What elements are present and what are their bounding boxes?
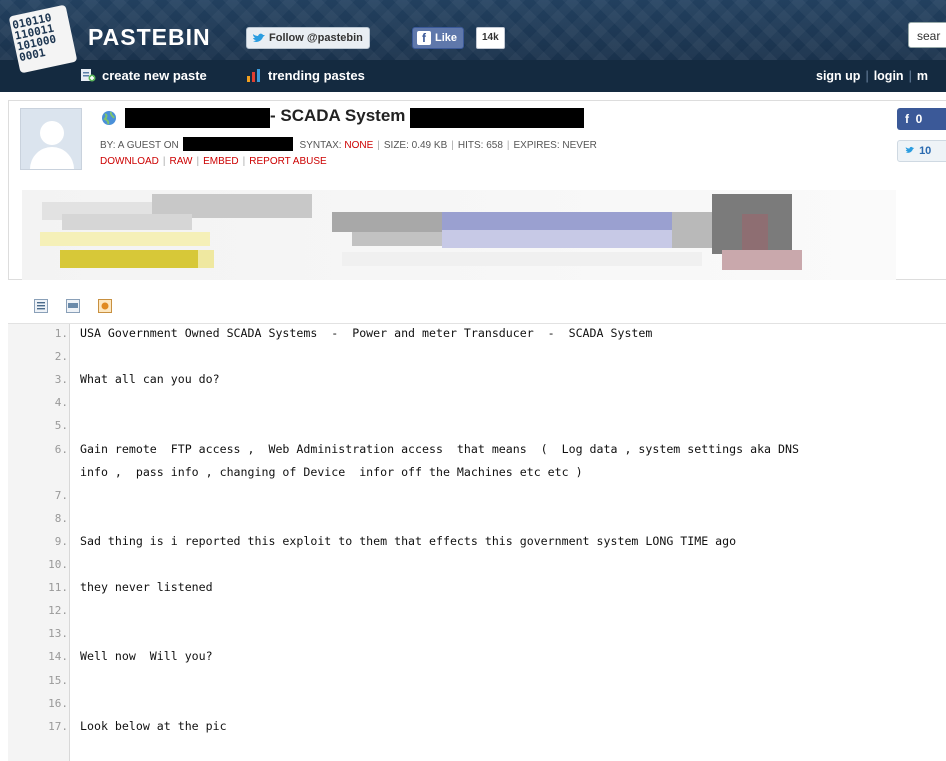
redacted-date — [182, 137, 293, 151]
line-number: 8. — [54, 511, 68, 525]
ad-pixel — [332, 212, 452, 232]
meta-separator: | — [377, 140, 380, 151]
ad-pixel — [60, 250, 200, 268]
action-separator: | — [162, 156, 166, 167]
pastebin-logo-icon[interactable]: 010110 110011 101000 0001 — [8, 4, 78, 74]
line-number: 10. — [48, 558, 68, 571]
line-numbers-toggle-icon[interactable] — [34, 299, 48, 313]
redacted-block — [410, 108, 584, 128]
line-number: 9. — [54, 534, 68, 548]
ad-pixel — [742, 214, 768, 250]
new-paste-icon — [81, 69, 96, 82]
paste-meta-row: BY: A GUEST ON SYNTAX: NONE | SIZE: 0.49 K… — [100, 137, 597, 151]
twitter-bird-icon — [905, 146, 915, 153]
signup-link[interactable]: sign up — [816, 69, 860, 83]
meta-separator: | — [506, 140, 510, 151]
action-separator: | — [196, 156, 200, 167]
ad-pixel — [62, 214, 192, 230]
embed-link[interactable]: EMBED — [203, 156, 239, 167]
nav-separator: | — [908, 69, 912, 83]
copy-clipboard-icon[interactable] — [98, 299, 112, 313]
code-line: they never listened — [80, 580, 213, 595]
paste-title: - SCADA System — [270, 106, 406, 125]
code-line: info , pass info , changing of Device in… — [80, 464, 583, 479]
line-number: 15. — [48, 673, 68, 687]
paste-actions: DOWNLOAD | RAW | EMBED | REPORT ABUSE — [100, 156, 327, 167]
globe-icon — [102, 111, 116, 125]
account-links: sign up | login | m — [816, 66, 928, 86]
expires-label: EXPIRES: NEVER — [513, 140, 597, 151]
ad-pixel — [352, 232, 452, 246]
line-number: 14. — [48, 650, 68, 664]
size-label: SIZE: 0.49 KB — [383, 140, 448, 151]
line-number: 2. — [54, 350, 68, 364]
follow-label: Follow @pastebin — [269, 32, 363, 44]
ad-pixel — [40, 232, 210, 246]
ad-pixel — [198, 250, 214, 268]
download-link[interactable]: DOWNLOAD — [100, 156, 159, 167]
login-link[interactable]: login — [874, 69, 904, 83]
line-number: 6. — [54, 442, 68, 456]
code-line: Look below at the pic — [80, 718, 227, 733]
more-link[interactable]: m — [917, 69, 928, 83]
line-number: 13. — [48, 627, 68, 641]
trending-chart-icon — [247, 69, 260, 82]
ad-pixel — [722, 250, 802, 270]
line-number: 12. — [48, 604, 68, 618]
line-number: 17. — [48, 719, 68, 733]
trending-label: trending pastes — [268, 68, 365, 83]
facebook-f-icon: f — [417, 31, 431, 45]
by-label: BY: A GUEST ON — [100, 140, 179, 151]
line-number: 4. — [54, 396, 68, 410]
code-line: Gain remote FTP access , Web Administrat… — [80, 441, 799, 456]
like-label: Like — [435, 32, 458, 44]
tw-count: 10 — [919, 145, 932, 157]
twitter-bird-icon — [253, 33, 265, 42]
code-line: USA Government Owned SCADA Systems - Pow… — [80, 326, 653, 340]
code-line: Sad thing is i reported this exploit to … — [80, 533, 737, 548]
pixelated-ad-banner[interactable] — [22, 190, 896, 280]
create-paste-label: create new paste — [102, 68, 207, 83]
avatar-head — [40, 121, 64, 145]
syntax-value[interactable]: NONE — [344, 140, 373, 151]
fb-count: 0 — [915, 112, 923, 126]
search-input[interactable]: sear — [908, 22, 946, 48]
report-abuse-link[interactable]: REPORT ABUSE — [249, 156, 326, 167]
twitter-follow-button[interactable]: Follow @pastebin — [246, 27, 370, 49]
line-number: 1. — [54, 327, 68, 340]
line-number: 3. — [54, 373, 68, 387]
ad-pixel — [442, 212, 672, 230]
redacted-block — [125, 108, 270, 128]
twitter-share-button[interactable]: 10 — [897, 140, 946, 162]
code-toolbar — [8, 290, 946, 324]
code-body: 1. USA Government Owned SCADA Systems - P… — [8, 324, 946, 761]
line-number: 5. — [54, 419, 68, 433]
trending-pastes-link[interactable]: trending pastes — [246, 66, 365, 86]
line-number: 7. — [54, 488, 68, 502]
facebook-share-button[interactable]: f 0 — [897, 108, 946, 130]
action-separator: | — [242, 156, 246, 167]
wrap-toggle-icon[interactable] — [66, 299, 80, 313]
syntax-label: SYNTAX: — [299, 140, 342, 151]
hits-label: HITS: 658 — [457, 140, 503, 151]
avatar-body — [30, 147, 74, 169]
code-line: What all can you do? — [80, 372, 220, 387]
line-number: 11. — [48, 581, 68, 595]
facebook-like-button[interactable]: f Like — [412, 27, 465, 49]
meta-separator: | — [451, 140, 454, 151]
guest-avatar — [20, 108, 82, 170]
code-line: Well now Will you? — [80, 649, 213, 664]
ad-pixel — [442, 230, 672, 248]
raw-link[interactable]: RAW — [170, 156, 193, 167]
nav-separator: | — [865, 69, 869, 83]
logo-text[interactable]: PASTEBIN — [88, 24, 211, 51]
ad-pixel — [342, 252, 702, 266]
like-count-bubble: 14k — [476, 27, 505, 49]
create-new-paste-link[interactable]: create new paste — [80, 66, 207, 86]
line-number: 16. — [48, 696, 68, 710]
